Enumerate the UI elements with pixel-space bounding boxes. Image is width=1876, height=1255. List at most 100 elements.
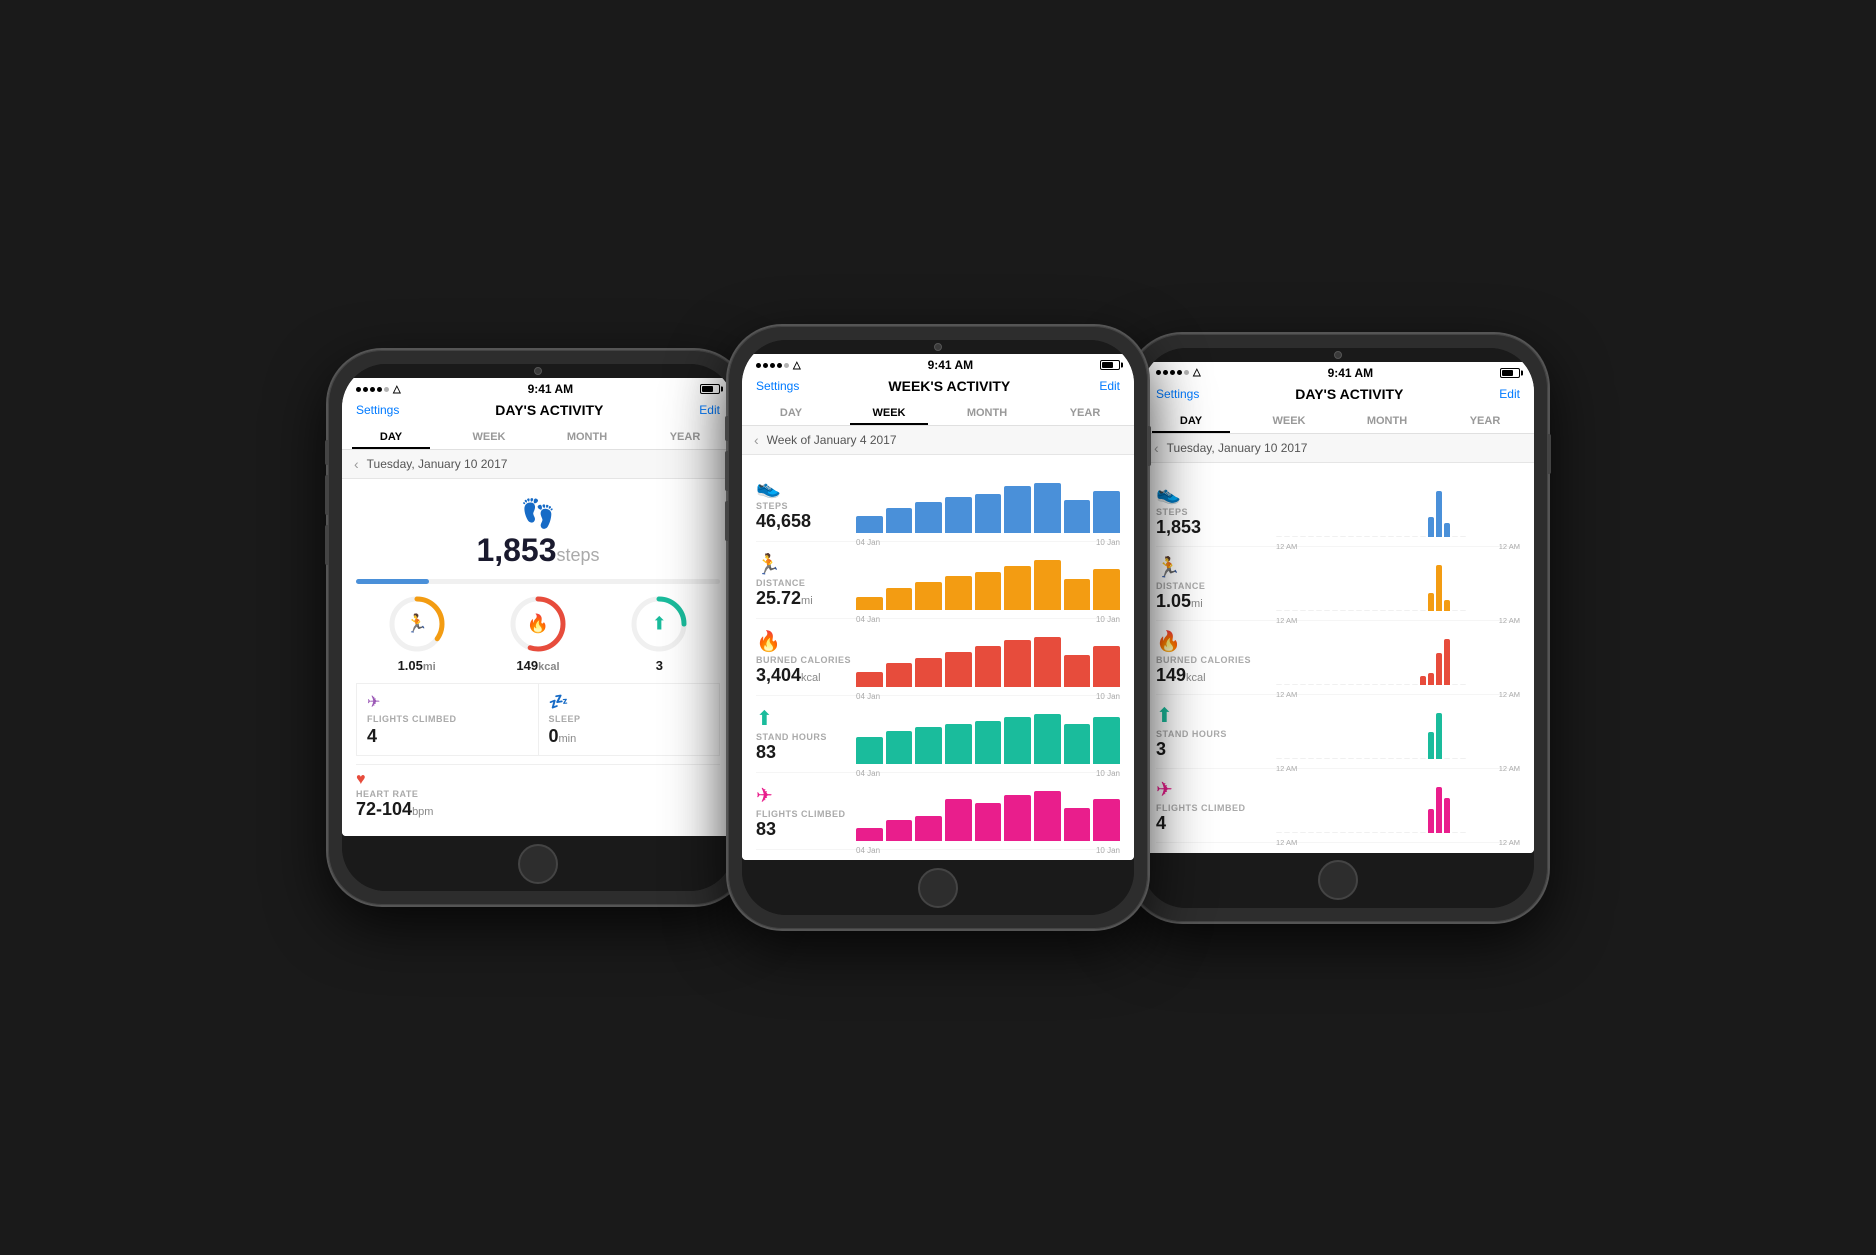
- settings-button[interactable]: Settings: [756, 379, 799, 393]
- chart-start-2: 04 Jan: [856, 692, 880, 701]
- home-button[interactable]: [1318, 860, 1358, 900]
- day-chart-bar: [1340, 758, 1346, 759]
- tab-month[interactable]: MONTH: [538, 424, 636, 449]
- chart-bar: [886, 663, 913, 687]
- wifi-icon: △: [393, 384, 401, 395]
- day-chart-bar: [1444, 600, 1450, 611]
- small-metric-label-1: SLEEP: [549, 714, 710, 724]
- day-chart-bar: [1388, 832, 1394, 833]
- day-chart-bar: [1316, 610, 1322, 611]
- chart-bar: [915, 582, 942, 610]
- front-camera: [534, 367, 542, 375]
- day-chart-bar: [1300, 832, 1306, 833]
- chart-bar: [1064, 655, 1091, 687]
- tab-week[interactable]: WEEK: [1240, 408, 1338, 433]
- settings-button[interactable]: Settings: [356, 403, 399, 417]
- battery-icon: [1500, 368, 1520, 378]
- day-chart-bar: [1348, 536, 1354, 537]
- status-bar: △ 9:41 AM: [342, 378, 734, 398]
- chart-bar: [915, 816, 942, 841]
- day-row-label-4: FLIGHTS CLIMBED: [1156, 803, 1276, 813]
- chart-bar: [915, 727, 942, 764]
- tab-day[interactable]: DAY: [342, 424, 440, 449]
- chart-end-2: 10 Jan: [1096, 692, 1120, 701]
- home-button[interactable]: [918, 868, 958, 908]
- chart-bar: [1004, 717, 1031, 764]
- week-row-value-display-2: 3,404kcal: [756, 665, 856, 686]
- date-back-arrow[interactable]: ‹: [1154, 440, 1159, 456]
- small-metric-unit-1: min: [559, 733, 577, 745]
- day-row-label-3: STAND HOURS: [1156, 729, 1276, 739]
- week-row-value-1: 25.72: [756, 588, 801, 608]
- metric-icon-2: ⬆: [652, 614, 667, 635]
- day-row-chart-3: 12 AM 12 AM: [1276, 704, 1520, 759]
- battery-icon: [1100, 360, 1120, 370]
- chart-end-3: 10 Jan: [1096, 769, 1120, 778]
- chart-bar: [1064, 500, 1091, 533]
- chart-bar: [915, 658, 942, 687]
- settings-button[interactable]: Settings: [1156, 387, 1199, 401]
- tab-month[interactable]: MONTH: [1338, 408, 1436, 433]
- edit-button[interactable]: Edit: [1099, 379, 1120, 393]
- day-chart-bar: [1308, 832, 1314, 833]
- day-chart-bar: [1364, 536, 1370, 537]
- day-row-value-display-0: 1,853: [1156, 517, 1276, 538]
- chart-bar: [856, 516, 883, 533]
- edit-button[interactable]: Edit: [699, 403, 720, 417]
- chart-start-1: 04 Jan: [856, 615, 880, 624]
- tab-month[interactable]: MONTH: [938, 400, 1036, 425]
- day-chart-bar: [1332, 536, 1338, 537]
- day-end-0: 12 AM: [1499, 542, 1520, 551]
- home-button[interactable]: [518, 844, 558, 884]
- day-chart-bar: [1324, 832, 1330, 833]
- day-row-value-display-4: 4: [1156, 813, 1276, 834]
- circle-container-0: 🏃: [387, 594, 447, 654]
- day-chart-bar: [1388, 684, 1394, 685]
- edit-button[interactable]: Edit: [1499, 387, 1520, 401]
- tab-week[interactable]: WEEK: [440, 424, 538, 449]
- week-row-value-3: 83: [756, 742, 776, 762]
- date-back-arrow[interactable]: ‹: [354, 456, 359, 472]
- week-row-0: 👟 STEPS 46,658 04 Jan 10 Jan: [756, 465, 1120, 542]
- day-row-icon-2: 🔥: [1156, 629, 1276, 654]
- day-chart-bar: [1444, 523, 1450, 537]
- tab-day[interactable]: DAY: [1142, 408, 1240, 433]
- chart-bar: [856, 737, 883, 764]
- day-chart-bar: [1372, 684, 1378, 685]
- steps-progress-bar: [356, 579, 720, 584]
- tab-bar: DAYWEEKMONTHYEAR: [342, 424, 734, 450]
- small-metric-1: 💤 SLEEP 0min: [539, 684, 721, 756]
- week-row-1: 🏃 DISTANCE 25.72mi 04 Jan 10 Jan: [756, 542, 1120, 619]
- day-chart-bar: [1436, 565, 1442, 611]
- nav-bar: Settings WEEK'S ACTIVITY Edit: [742, 374, 1134, 400]
- day-chart-bar: [1428, 517, 1434, 537]
- chart-bar: [856, 672, 883, 687]
- phones-container: △ 9:41 AM Settings DAY'S ACTIVITY Edit D…: [328, 326, 1548, 929]
- tab-year[interactable]: YEAR: [1036, 400, 1134, 425]
- week-row-label-0: STEPS: [756, 501, 856, 511]
- day-chart-bar: [1316, 832, 1322, 833]
- day-chart-bar: [1356, 610, 1362, 611]
- status-right: [1100, 360, 1120, 370]
- day-end-1: 12 AM: [1499, 616, 1520, 625]
- chart-bar: [1004, 640, 1031, 687]
- metric-icon-1: 🔥: [527, 614, 549, 635]
- tab-day[interactable]: DAY: [742, 400, 840, 425]
- heart-rate-unit: bpm: [412, 806, 433, 818]
- day-chart-bar: [1412, 536, 1418, 537]
- tab-week[interactable]: WEEK: [840, 400, 938, 425]
- chart-bar: [1004, 795, 1031, 841]
- chart-start-3: 04 Jan: [856, 769, 880, 778]
- front-camera: [934, 343, 942, 351]
- chart-bar: [1034, 560, 1061, 610]
- day-row-chart-0: 12 AM 12 AM: [1276, 482, 1520, 537]
- day-row-2: 🔥 BURNED CALORIES 149kcal 12 AM 12 AM: [1156, 621, 1520, 695]
- date-back-arrow[interactable]: ‹: [754, 432, 759, 448]
- tab-year[interactable]: YEAR: [636, 424, 734, 449]
- day-chart-bar: [1332, 758, 1338, 759]
- day-chart-bar: [1436, 653, 1442, 685]
- day-chart-bar: [1340, 610, 1346, 611]
- day-chart-bar: [1276, 758, 1282, 759]
- tab-year[interactable]: YEAR: [1436, 408, 1534, 433]
- day-chart-bar: [1364, 684, 1370, 685]
